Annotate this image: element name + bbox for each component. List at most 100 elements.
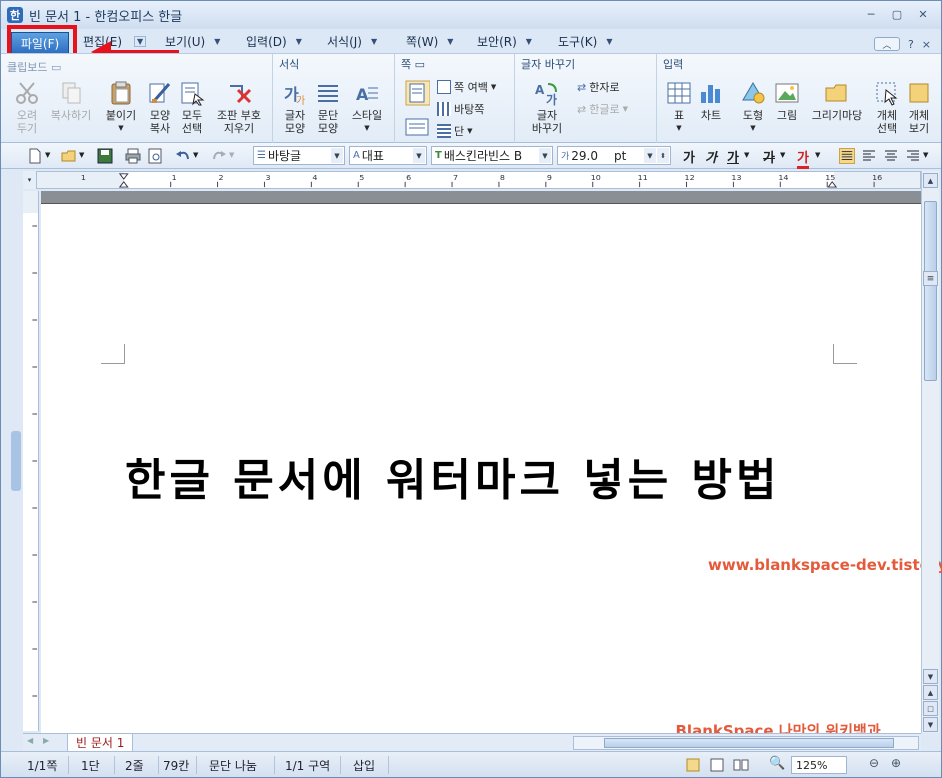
style-select[interactable]: ☰ 바탕글 ▼ [253,146,345,165]
chevron-down-icon[interactable]: ▼ [780,151,796,167]
picture-button[interactable]: 그림 [771,80,803,122]
prev-page-button[interactable]: ▲ [923,685,938,700]
page-select-button[interactable]: □ [923,701,938,716]
view-two-page-icon[interactable] [733,757,749,773]
to-hangul-button[interactable]: ⇄ 한글로 ▼ [577,100,628,118]
cut-button[interactable]: 오려 두기 [11,80,43,135]
scroll-thumb[interactable] [924,201,937,381]
document-tab[interactable]: 빈 문서 1 [67,734,134,752]
help-icon[interactable]: ? [908,38,914,51]
scroll-up-button[interactable]: ▲ [923,173,938,188]
document-page[interactable]: 한글 문서에 워터마크 넣는 방법 _BlankSpace 나만의 위키백과 [41,203,921,740]
chevron-down-icon[interactable]: ▼ [923,151,939,167]
change-char-button[interactable]: A가 글자 바꾸기 [527,80,567,135]
select-all-button[interactable]: 모두 선택 [176,80,208,135]
status-mode[interactable]: 삽입 [347,756,389,774]
view-page-icon[interactable] [709,757,725,773]
align-justify-icon[interactable] [839,148,855,164]
page-margin-button[interactable]: 쪽 여백 ▼ [437,78,496,96]
doc-close-icon[interactable]: × [922,38,931,51]
menu-tools[interactable]: 도구(K) ▼ [558,32,612,50]
para-shape-button[interactable]: 문단 모양 [312,80,344,135]
horizontal-scroll-thumb[interactable] [604,738,894,748]
page-setup-button[interactable] [401,80,433,109]
undo-icon[interactable] [175,148,191,164]
font-select[interactable]: T 배스킨라빈스 B ▼ [431,146,553,165]
font-size-select[interactable]: 가 29.0 pt ▼ ⬍ [557,146,671,165]
font-select-value: 배스킨라빈스 B [443,149,523,163]
chevron-down-icon[interactable]: ▼ [79,151,95,167]
object-select-button[interactable]: 개체 선택 [871,80,903,135]
zoom-select[interactable]: 125% [791,756,847,774]
split-icon[interactable]: ≡ [923,271,938,286]
menu-page[interactable]: 쪽(W) ▼ [406,32,453,50]
chevron-down-icon[interactable]: ▼ [45,151,61,167]
language-select[interactable]: A 대표 ▼ [349,146,427,165]
scroll-down-button[interactable]: ▼ [923,669,938,684]
hancom-app-icon[interactable]: 한 [7,7,23,23]
document-viewport[interactable]: 한글 문서에 워터마크 넣는 방법 _BlankSpace 나만의 위키백과 [41,191,921,740]
minimize-button[interactable]: ─ [861,6,881,23]
close-button[interactable]: ✕ [913,6,933,23]
zoom-search-icon[interactable]: 🔍 [769,756,785,771]
maximize-button[interactable]: ▢ [887,6,907,23]
font-color-button[interactable]: 가 [797,147,809,169]
format-copy-button[interactable]: 모양 복사 [144,80,176,135]
new-document-icon[interactable] [27,148,43,164]
menu-format[interactable]: 서식(J) ▼ [327,32,377,50]
copy-button[interactable]: 복사하기 [49,80,93,122]
open-folder-icon[interactable] [61,148,77,164]
view-normal-icon[interactable] [685,757,701,773]
vertical-scrollbar[interactable]: ▲ ≡ ▼ ▲ □ ▼ [921,171,939,733]
chevron-down-icon[interactable]: ▼ [744,151,760,167]
chart-button[interactable]: 차트 [695,80,727,122]
chevron-down-icon[interactable]: ▼ [815,151,831,167]
align-center-icon[interactable] [883,148,899,164]
horizontal-ruler[interactable]: 1123 4567 8 9 10 11 12 13 14 15 16 [23,171,921,189]
redo-icon[interactable] [211,148,227,164]
align-left-icon[interactable] [861,148,877,164]
side-panel-toggle[interactable] [11,431,21,491]
preview-icon[interactable] [147,148,163,164]
menu-insert[interactable]: 입력(D) ▼ [246,32,302,50]
ruler-corner-button[interactable]: ▾ [23,171,37,189]
table-button[interactable]: 표 ▼ [663,80,695,135]
print-icon[interactable] [125,148,141,164]
menu-security[interactable]: 보안(R) ▼ [477,32,532,50]
columns-button[interactable]: 단 ▼ [437,122,473,140]
size-spin-icon[interactable]: ⬍ [657,148,669,163]
zoom-out-icon[interactable]: ⊖ [869,756,879,770]
chevron-down-icon[interactable]: ▼ [413,148,425,163]
chevron-down-icon[interactable]: ▼ [229,151,245,167]
horizontal-scrollbar[interactable] [573,736,919,750]
spinner-icon[interactable]: ▼ [644,148,656,163]
strikethrough-button[interactable]: 가 [763,147,775,166]
drawing-button[interactable]: 그리기마당 [807,80,867,122]
save-icon[interactable] [97,148,113,164]
chevron-down-icon[interactable]: ▼ [193,151,209,167]
tab-next-icon[interactable]: ▶ [43,736,49,745]
to-hanja-button[interactable]: ⇄ 한자로 [577,78,620,96]
next-page-button[interactable]: ▼ [923,717,938,732]
zoom-in-icon[interactable]: ⊕ [891,756,901,770]
paste-button[interactable]: 붙이기 ▼ [103,80,139,135]
vertical-ruler[interactable] [23,191,39,731]
chevron-down-icon[interactable]: ▼ [539,148,551,163]
background-page-button[interactable]: 바탕쪽 [437,100,484,118]
object-view-button[interactable]: 개체 보기 [905,80,933,135]
italic-button[interactable]: 가 [705,147,717,166]
shape-button[interactable]: 도형 ▼ [737,80,769,135]
svg-text:7: 7 [453,173,458,181]
page-orient-button[interactable] [401,114,433,143]
document-heading[interactable]: 한글 문서에 워터마크 넣는 방법 [125,444,781,508]
chevron-down-icon[interactable]: ▼ [331,148,343,163]
clear-marks-button[interactable]: 조판 부호 지우기 [211,80,267,135]
tab-prev-icon[interactable]: ◀ [27,736,33,745]
align-right-icon[interactable] [905,148,921,164]
underline-button[interactable]: 가 [727,147,739,166]
ribbon-toggle-button[interactable]: ︿ [873,37,900,51]
language-icon: A [353,150,360,161]
char-shape-button[interactable]: 가가 글자 모양 [279,80,311,135]
bold-button[interactable]: 가 [683,147,695,166]
style-button[interactable]: A 스타일 ▼ [347,80,387,135]
